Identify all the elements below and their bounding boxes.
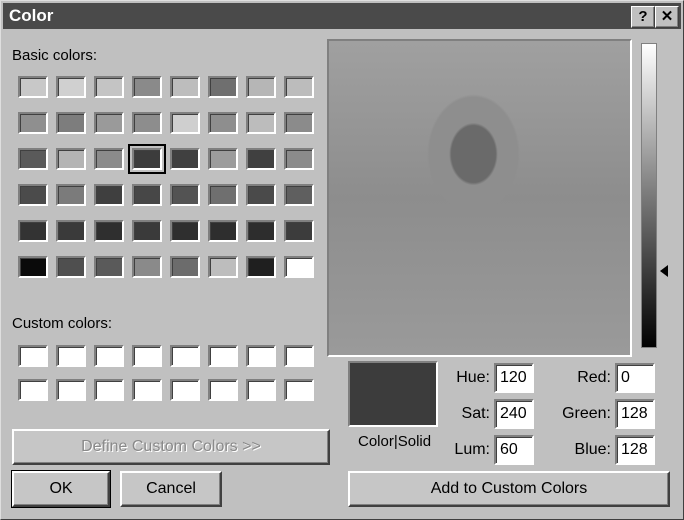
- sat-label: Sat:: [461, 405, 490, 422]
- color-swatch[interactable]: [170, 256, 200, 278]
- cancel-button[interactable]: Cancel: [120, 471, 222, 507]
- custom-colors-grid: [18, 345, 314, 401]
- color-swatch[interactable]: [132, 345, 162, 367]
- color-swatch[interactable]: [56, 220, 86, 242]
- color-swatch[interactable]: [246, 184, 276, 206]
- color-preview: [348, 361, 438, 427]
- color-swatch[interactable]: [246, 112, 276, 134]
- color-swatch[interactable]: [208, 345, 238, 367]
- sat-field[interactable]: 240: [494, 399, 534, 429]
- red-field[interactable]: 0: [615, 363, 655, 393]
- color-swatch[interactable]: [246, 148, 276, 170]
- color-swatch[interactable]: [246, 220, 276, 242]
- color-swatch[interactable]: [18, 76, 48, 98]
- color-swatch[interactable]: [56, 379, 86, 401]
- custom-colors-label: Custom colors:: [12, 315, 113, 332]
- close-button[interactable]: ✕: [655, 6, 679, 28]
- color-swatch[interactable]: [246, 256, 276, 278]
- color-swatch[interactable]: [170, 184, 200, 206]
- color-swatch[interactable]: [132, 256, 162, 278]
- color-swatch[interactable]: [56, 76, 86, 98]
- color-swatch[interactable]: [284, 345, 314, 367]
- color-swatch[interactable]: [94, 220, 124, 242]
- color-swatch[interactable]: [284, 76, 314, 98]
- color-swatch[interactable]: [56, 345, 86, 367]
- color-swatch[interactable]: [170, 76, 200, 98]
- color-swatch[interactable]: [56, 256, 86, 278]
- color-swatch[interactable]: [208, 76, 238, 98]
- color-swatch[interactable]: [208, 112, 238, 134]
- color-swatch[interactable]: [56, 184, 86, 206]
- green-label: Green:: [562, 405, 611, 422]
- define-custom-colors-button: Define Custom Colors >>: [12, 429, 330, 465]
- color-swatch[interactable]: [56, 148, 86, 170]
- color-swatch[interactable]: [246, 76, 276, 98]
- color-swatch[interactable]: [94, 256, 124, 278]
- color-swatch[interactable]: [18, 184, 48, 206]
- color-swatch[interactable]: [94, 379, 124, 401]
- color-swatch[interactable]: [132, 112, 162, 134]
- color-swatch[interactable]: [132, 379, 162, 401]
- color-swatch[interactable]: [56, 112, 86, 134]
- basic-colors-grid: [18, 76, 314, 278]
- blue-field[interactable]: 128: [615, 435, 655, 465]
- color-swatch[interactable]: [18, 148, 48, 170]
- red-label: Red:: [577, 369, 611, 386]
- color-swatch[interactable]: [208, 256, 238, 278]
- color-swatch[interactable]: [170, 379, 200, 401]
- luminance-slider[interactable]: [641, 43, 657, 348]
- luminance-arrow-icon[interactable]: [660, 265, 668, 277]
- title-bar[interactable]: Color ? ✕: [3, 3, 681, 29]
- color-spectrum[interactable]: [327, 39, 632, 357]
- color-swatch[interactable]: [132, 220, 162, 242]
- color-swatch[interactable]: [94, 76, 124, 98]
- green-field[interactable]: 128: [615, 399, 655, 429]
- color-swatch[interactable]: [284, 220, 314, 242]
- color-swatch[interactable]: [284, 184, 314, 206]
- color-swatch[interactable]: [132, 184, 162, 206]
- basic-colors-label: Basic colors:: [12, 47, 98, 64]
- color-swatch[interactable]: [18, 112, 48, 134]
- color-swatch[interactable]: [208, 379, 238, 401]
- color-swatch[interactable]: [208, 148, 238, 170]
- lum-label: Lum:: [454, 441, 490, 458]
- help-button[interactable]: ?: [631, 6, 655, 28]
- color-swatch[interactable]: [284, 256, 314, 278]
- color-solid-label: Color|Solid: [358, 433, 432, 450]
- color-swatch[interactable]: [18, 256, 48, 278]
- lum-field[interactable]: 60: [494, 435, 534, 465]
- color-swatch[interactable]: [170, 220, 200, 242]
- color-swatch[interactable]: [18, 379, 48, 401]
- hue-label: Hue:: [456, 369, 490, 386]
- color-swatch[interactable]: [246, 379, 276, 401]
- color-swatch[interactable]: [246, 345, 276, 367]
- add-to-custom-colors-button[interactable]: Add to Custom Colors: [348, 471, 670, 507]
- color-swatch[interactable]: [132, 76, 162, 98]
- color-swatch[interactable]: [208, 220, 238, 242]
- blue-label: Blue:: [574, 441, 611, 458]
- color-swatch[interactable]: [94, 184, 124, 206]
- color-swatch[interactable]: [208, 184, 238, 206]
- color-swatch[interactable]: [18, 220, 48, 242]
- color-swatch[interactable]: [94, 112, 124, 134]
- color-swatch[interactable]: [170, 148, 200, 170]
- window-title: Color: [9, 6, 54, 25]
- color-swatch[interactable]: [170, 112, 200, 134]
- color-swatch[interactable]: [18, 345, 48, 367]
- color-swatch[interactable]: [170, 345, 200, 367]
- color-swatch[interactable]: [128, 144, 166, 174]
- color-swatch[interactable]: [284, 379, 314, 401]
- color-swatch[interactable]: [94, 345, 124, 367]
- color-swatch[interactable]: [284, 112, 314, 134]
- color-swatch[interactable]: [94, 148, 124, 170]
- color-swatch[interactable]: [284, 148, 314, 170]
- hue-field[interactable]: 120: [494, 363, 534, 393]
- ok-button[interactable]: OK: [11, 470, 111, 508]
- color-dialog: Color ? ✕ Basic colors: Custom colors: D…: [0, 0, 684, 520]
